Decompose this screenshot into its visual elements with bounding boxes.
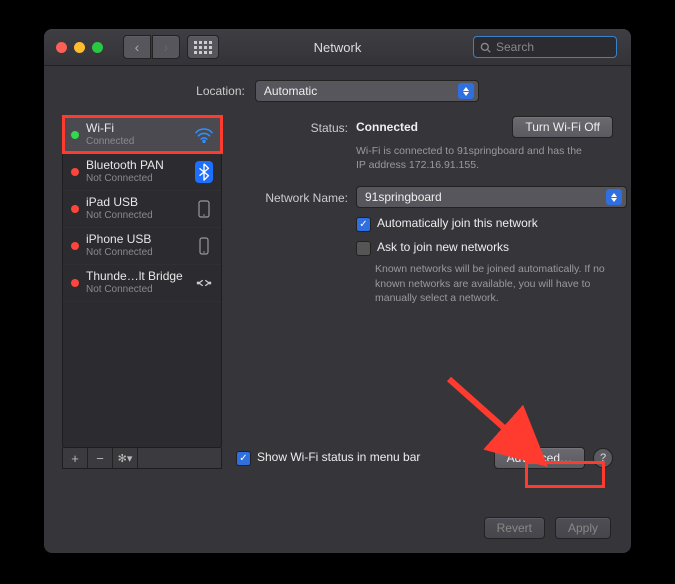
service-status: Not Connected — [86, 284, 186, 296]
close-window-button[interactable] — [56, 42, 67, 53]
checkbox-checked-icon — [236, 451, 251, 466]
service-status: Connected — [86, 136, 186, 148]
status-label: Status: — [236, 119, 356, 135]
network-name-value: 91springboard — [365, 190, 442, 204]
ask-join-note: Known networks will be joined automatica… — [375, 262, 605, 305]
location-value: Automatic — [264, 84, 317, 98]
sidebar: Wi-Fi Connected — [62, 116, 222, 469]
search-placeholder: Search — [496, 40, 534, 54]
titlebar: ‹ › Network Search — [44, 29, 631, 66]
ask-join-checkbox-row[interactable]: Ask to join new networks — [356, 240, 613, 256]
turn-wifi-off-button[interactable]: Turn Wi-Fi Off — [512, 116, 613, 138]
back-button[interactable]: ‹ — [123, 35, 151, 59]
toolbar-nav: ‹ › — [123, 35, 219, 59]
revert-button[interactable]: Revert — [484, 517, 545, 539]
status-dot-icon — [71, 242, 79, 250]
window-controls — [56, 42, 103, 53]
status-value: Connected — [356, 120, 418, 134]
auto-join-label: Automatically join this network — [377, 216, 538, 230]
grid-icon — [194, 41, 212, 54]
window-footer: Revert Apply — [484, 517, 611, 539]
window-body: Location: Automatic Wi-Fi Connected — [44, 66, 631, 483]
service-wifi[interactable]: Wi-Fi Connected — [63, 117, 221, 154]
network-name-select[interactable]: 91springboard — [356, 186, 627, 208]
detail-bottom-bar: Show Wi-Fi status in menu bar Advanced… … — [236, 447, 613, 469]
remove-service-button[interactable]: − — [88, 448, 113, 468]
location-select[interactable]: Automatic — [255, 80, 479, 102]
apply-button[interactable]: Apply — [555, 517, 611, 539]
network-prefpane-window: ‹ › Network Search Location: Automatic — [44, 29, 631, 553]
service-status: Not Connected — [86, 247, 186, 259]
service-name: iPhone USB — [86, 233, 186, 247]
auto-join-checkbox-row[interactable]: Automatically join this network — [356, 216, 613, 232]
service-name: Bluetooth PAN — [86, 159, 186, 173]
service-name: Thunde…lt Bridge — [86, 270, 186, 284]
service-bluetooth-pan[interactable]: Bluetooth PAN Not Connected — [63, 154, 221, 191]
add-service-button[interactable]: + — [63, 448, 88, 468]
show-menubar-label: Show Wi-Fi status in menu bar — [257, 450, 420, 464]
checkbox-unchecked-icon — [356, 241, 371, 256]
service-status: Not Connected — [86, 210, 186, 222]
main-row: Wi-Fi Connected — [62, 116, 613, 469]
search-field[interactable]: Search — [473, 36, 617, 58]
status-dot-icon — [71, 131, 79, 139]
service-thunderbolt-bridge[interactable]: Thunde…lt Bridge Not Connected — [63, 265, 221, 302]
device-icon — [193, 235, 215, 257]
ask-join-label: Ask to join new networks — [377, 240, 509, 254]
network-name-label: Network Name: — [236, 189, 356, 205]
location-label: Location: — [196, 84, 245, 98]
wifi-icon — [193, 124, 215, 146]
device-icon — [193, 198, 215, 220]
minimize-window-button[interactable] — [74, 42, 85, 53]
status-detail: Wi-Fi is connected to 91springboard and … — [356, 144, 586, 172]
service-iphone-usb[interactable]: iPhone USB Not Connected — [63, 228, 221, 265]
service-list[interactable]: Wi-Fi Connected — [62, 116, 222, 448]
location-row: Location: Automatic — [62, 80, 613, 102]
detail-pane: Status: Connected Turn Wi-Fi Off Wi-Fi i… — [236, 116, 613, 469]
bluetooth-icon — [193, 161, 215, 183]
updown-icon — [458, 83, 474, 99]
show-all-button[interactable] — [187, 35, 219, 59]
service-ipad-usb[interactable]: iPad USB Not Connected — [63, 191, 221, 228]
zoom-window-button[interactable] — [92, 42, 103, 53]
help-button[interactable]: ? — [593, 448, 613, 468]
updown-icon — [606, 189, 622, 205]
service-name: Wi-Fi — [86, 122, 186, 136]
thunderbolt-icon — [193, 272, 215, 294]
show-menubar-checkbox-row[interactable]: Show Wi-Fi status in menu bar — [236, 450, 420, 466]
forward-button[interactable]: › — [152, 35, 180, 59]
status-dot-icon — [71, 205, 79, 213]
advanced-button[interactable]: Advanced… — [494, 447, 585, 469]
service-name: iPad USB — [86, 196, 186, 210]
checkbox-checked-icon — [356, 217, 371, 232]
status-dot-icon — [71, 279, 79, 287]
service-actions-button[interactable]: ✻▾ — [113, 448, 138, 468]
status-dot-icon — [71, 168, 79, 176]
service-status: Not Connected — [86, 173, 186, 185]
list-footer: + − ✻▾ — [62, 448, 222, 469]
search-icon — [480, 42, 491, 53]
